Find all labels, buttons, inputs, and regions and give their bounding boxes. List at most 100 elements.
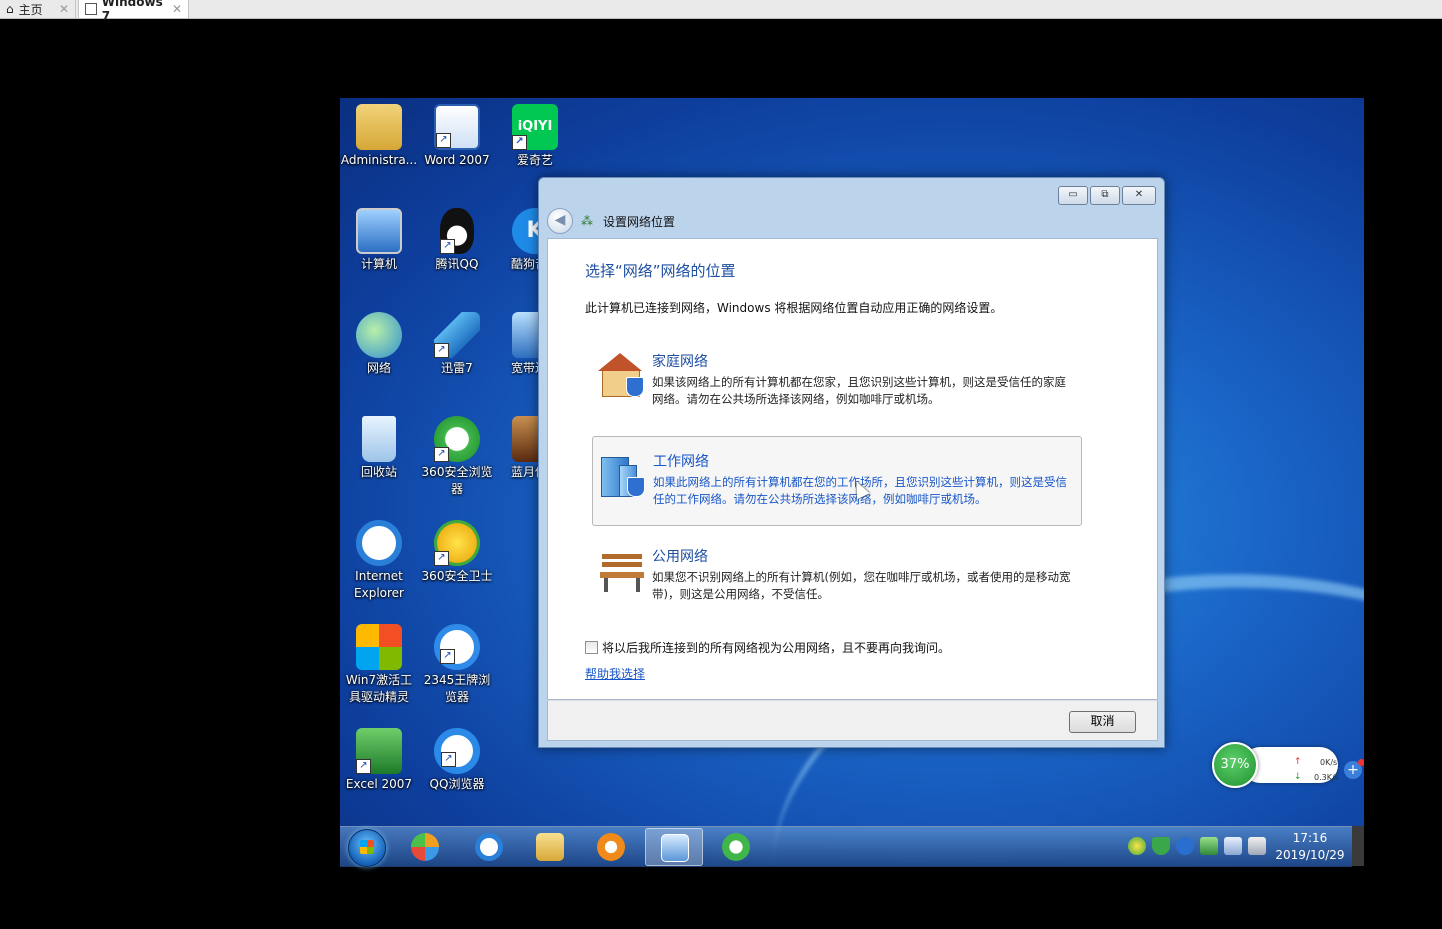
help-me-choose-link[interactable]: 帮助我选择 — [585, 665, 645, 682]
page-heading: 选择“网络”网络的位置 — [585, 262, 736, 280]
desktop-icon-label: 360安全浏览器 — [421, 465, 493, 496]
desktop-icon-xunlei[interactable]: ↗ 迅雷7 — [418, 312, 496, 377]
taskbar-item-360-browser[interactable] — [707, 828, 765, 866]
memory-percent[interactable]: 37% — [1212, 742, 1258, 788]
clock-date: 2019/10/29 — [1275, 848, 1345, 862]
ie-icon — [356, 520, 402, 566]
shortcut-arrow-icon: ↗ — [436, 133, 451, 148]
option-description: 如果该网络上的所有计算机都在您家，且您识别这些计算机，则这是受信任的家庭网络。请… — [652, 375, 1066, 406]
desktop-icon-administrator[interactable]: Administra... — [340, 104, 418, 169]
desktop-icon-word[interactable]: ↗ Word 2007 — [418, 104, 496, 169]
desktop-icon-label: Word 2007 — [424, 153, 490, 167]
shortcut-arrow-icon: ↗ — [512, 135, 527, 150]
taskbar-clock[interactable]: 17:16 2019/10/29 — [1270, 830, 1350, 864]
xunlei-bird-icon: ↗ — [434, 312, 480, 358]
public-default-checkbox[interactable] — [585, 641, 598, 654]
360-guard-icon: ↗ — [434, 520, 480, 566]
host-tab-bar: ⌂ 主页 ✕ Windows 7 ✕ — [0, 0, 1442, 23]
taskbar-item-network-settings[interactable] — [645, 828, 703, 866]
2345-browser-icon: ↗ — [434, 624, 480, 670]
dialog-title: 设置网络位置 — [603, 214, 676, 229]
desktop-icon-win7-activator[interactable]: Win7激活工具驱动精灵 — [340, 624, 418, 706]
network-check-icon[interactable] — [1200, 837, 1218, 855]
desktop-icon-label: 网络 — [366, 361, 391, 375]
download-arrow-icon: ↓ — [1294, 772, 1302, 782]
qq-penguin-icon: ↗ — [440, 208, 474, 254]
excel-icon: ↗ — [356, 728, 402, 774]
network-monitor-icon[interactable] — [1224, 837, 1242, 855]
maximize-button[interactable]: ⧉ — [1090, 186, 1120, 205]
desktop-icon-360-browser[interactable]: ↗ 360安全浏览器 — [418, 416, 496, 498]
taskbar-item-msn[interactable] — [396, 828, 454, 866]
desktop-icon-label: 2345王牌浏览器 — [423, 673, 491, 704]
option-home-network[interactable]: 家庭网络 如果该网络上的所有计算机都在您家，且您识别这些计算机，则这是受信任的家… — [592, 337, 1082, 427]
option-title: 工作网络 — [653, 454, 709, 470]
word-icon: ↗ — [434, 104, 480, 150]
shortcut-arrow-icon: ↗ — [434, 447, 449, 462]
window-controls: ▭ ⧉ ✕ — [1058, 186, 1156, 205]
desktop-icon-computer[interactable]: 计算机 — [340, 208, 418, 273]
tab-home[interactable]: ⌂ 主页 ✕ — [0, 0, 76, 18]
public-default-row[interactable]: 将以后我所连接到的所有网络视为公用网络，且不要再向我询问。 — [585, 639, 950, 656]
desktop-icon-label: 迅雷7 — [441, 361, 473, 375]
ie-taskbar-icon — [475, 833, 503, 861]
tab-windows7[interactable]: Windows 7 ✕ — [78, 0, 189, 23]
option-work-network[interactable]: 工作网络 如果此网络上的所有计算机都在您的工作场所，且您识别这些计算机，则这是受… — [592, 436, 1082, 526]
work-network-icon — [599, 451, 649, 499]
desktop-icon-label: Excel 2007 — [345, 777, 413, 791]
desktop-icon-2345-browser[interactable]: ↗ 2345王牌浏览器 — [418, 624, 496, 706]
desktop-icon-label: 计算机 — [360, 257, 397, 271]
back-button[interactable]: ◀ — [547, 208, 573, 234]
system-tray — [1128, 837, 1266, 855]
page-description: 此计算机已连接到网络，Windows 将根据网络位置自动应用正确的网络设置。 — [585, 301, 1003, 315]
upload-arrow-icon: ↑ — [1294, 757, 1302, 767]
close-button[interactable]: ✕ — [1122, 186, 1156, 205]
taskbar-item-ie[interactable] — [460, 828, 518, 866]
shortcut-arrow-icon: ↗ — [434, 551, 449, 566]
minimize-button[interactable]: ▭ — [1058, 186, 1088, 205]
desktop-icon-label: QQ浏览器 — [429, 777, 485, 791]
desktop-icon-iqiyi[interactable]: iQIYI ↗ 爱奇艺 — [496, 104, 574, 169]
desktop-icon-label: Internet Explorer — [354, 569, 404, 600]
shortcut-arrow-icon: ↗ — [440, 649, 455, 664]
option-public-network[interactable]: 公用网络 如果您不识别网络上的所有计算机(例如，您在咖啡厅或机场，或者使用的是移… — [592, 532, 1082, 622]
desktop-icon-qq-browser[interactable]: ↗ QQ浏览器 — [418, 728, 496, 793]
taskbar: 17:16 2019/10/29 — [340, 826, 1352, 867]
shield-icon[interactable] — [1152, 837, 1170, 855]
dialog-footer: 取消 — [547, 700, 1158, 741]
media-player-icon — [597, 833, 625, 861]
iqiyi-logo-text: iQIYI — [517, 119, 553, 134]
taskbar-item-explorer[interactable] — [521, 828, 579, 866]
desktop-icon-excel[interactable]: ↗ Excel 2007 — [340, 728, 418, 793]
qq-browser-icon: ↗ — [434, 728, 480, 774]
tab-windows7-close-icon[interactable]: ✕ — [172, 2, 182, 16]
desktop-icon-label: 爱奇艺 — [516, 153, 553, 167]
volume-icon[interactable] — [1248, 837, 1266, 855]
bluetooth-icon[interactable] — [1176, 837, 1194, 855]
desktop-icon-360-guard[interactable]: ↗ 360安全卫士 — [418, 520, 496, 585]
start-button[interactable] — [348, 829, 386, 867]
360-browser-taskbar-icon — [722, 833, 750, 861]
dialog-nav: ◀ ⁂ 设置网络位置 — [547, 208, 676, 234]
shortcut-arrow-icon: ↗ — [441, 752, 456, 767]
taskbar-item-media-player[interactable] — [582, 828, 640, 866]
network-globe-icon — [356, 312, 402, 358]
cancel-button[interactable]: 取消 — [1069, 711, 1136, 733]
desktop-icon-network[interactable]: 网络 — [340, 312, 418, 377]
win7-activator-icon — [356, 624, 402, 670]
add-icon[interactable]: + — [1344, 761, 1362, 779]
tab-home-label: 主页 — [18, 2, 43, 17]
360-speed-widget[interactable]: ↑ 0K/s ↓ 0.3K/s + 37% — [1212, 742, 1364, 788]
explorer-folder-icon — [536, 833, 564, 861]
show-desktop-button[interactable] — [1352, 826, 1364, 866]
desktop-icon-recycle-bin[interactable]: 回收站 — [340, 416, 418, 481]
user-folder-icon — [356, 104, 402, 150]
network-location-dialog: ▭ ⧉ ✕ ◀ ⁂ 设置网络位置 选择“网络”网络的位置 此计算机已连接到网络，… — [538, 177, 1165, 748]
tab-home-close-icon[interactable]: ✕ — [59, 2, 69, 16]
360-plus-icon[interactable] — [1128, 837, 1146, 855]
desktop-icon-internet-explorer[interactable]: Internet Explorer — [340, 520, 418, 602]
desktop-icon-qq[interactable]: ↗ 腾讯QQ — [418, 208, 496, 273]
desktop-icon-label: 回收站 — [360, 465, 397, 479]
option-description: 如果您不识别网络上的所有计算机(例如，您在咖啡厅或机场，或者使用的是移动宽带)，… — [652, 570, 1071, 601]
desktop-icon-label: 360安全卫士 — [421, 569, 493, 583]
